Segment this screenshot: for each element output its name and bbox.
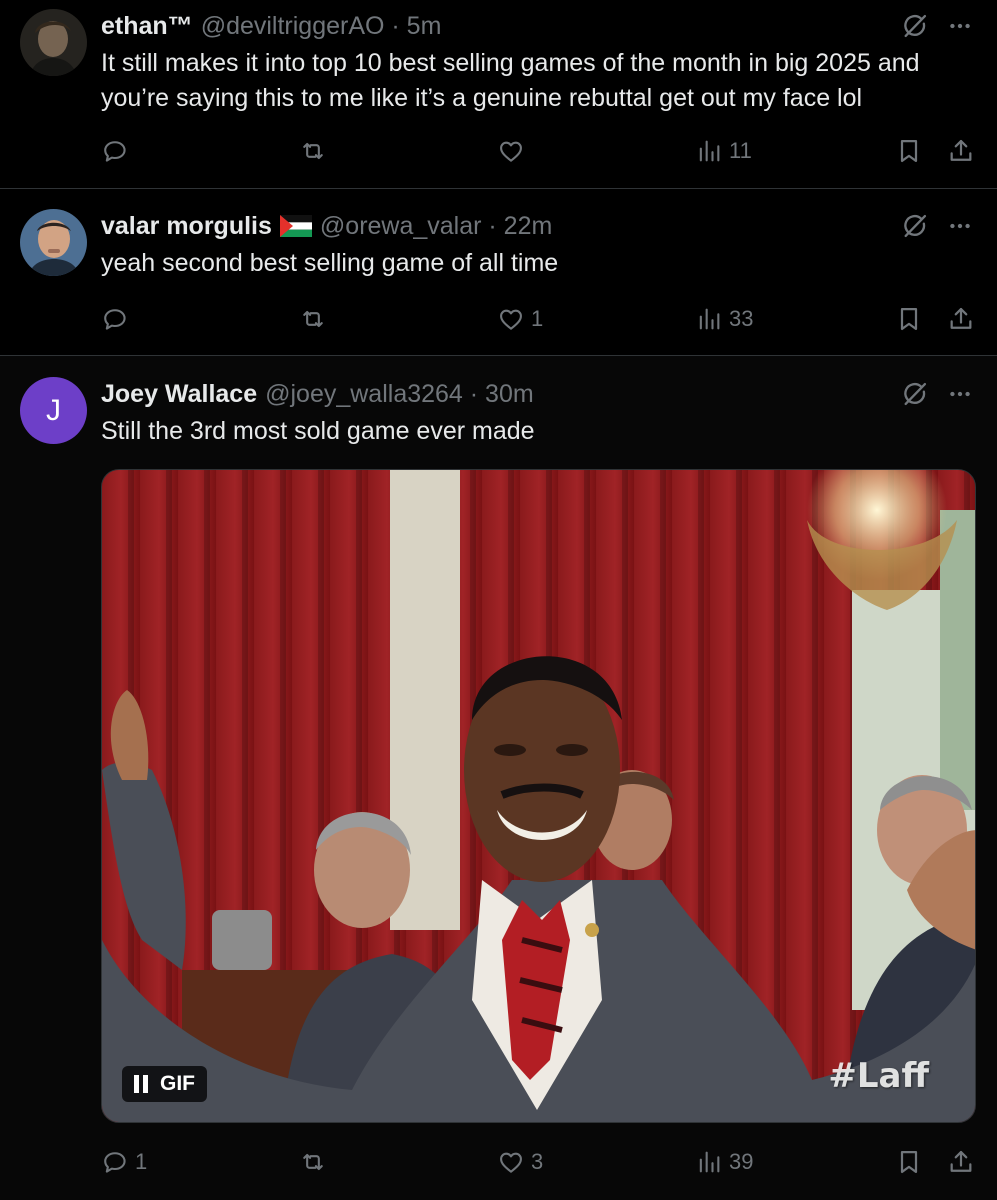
avatar[interactable] [20, 9, 87, 76]
like-icon [497, 305, 525, 333]
reply-icon [101, 137, 129, 165]
like-count: 3 [531, 1149, 544, 1174]
views-button[interactable]: 33 [695, 302, 753, 336]
retweet-button[interactable] [299, 302, 333, 336]
gif-media[interactable]: GIF #Laff [101, 469, 976, 1123]
more-icon[interactable] [947, 13, 973, 39]
avatar[interactable] [20, 209, 87, 276]
views-button[interactable]: 39 [695, 1145, 753, 1179]
share-button[interactable] [947, 134, 975, 168]
more-icon[interactable] [947, 213, 973, 239]
retweet-icon [299, 137, 327, 165]
grok-icon[interactable] [901, 380, 929, 408]
like-icon [497, 1148, 525, 1176]
gif-badge-label: GIF [160, 1072, 195, 1095]
tweet-text: It still makes it into top 10 best selli… [101, 49, 920, 112]
avatar[interactable]: J [20, 377, 87, 444]
gif-badge[interactable]: GIF [122, 1066, 207, 1102]
views-count: 11 [729, 138, 752, 163]
views-icon [695, 137, 723, 165]
like-icon [497, 137, 525, 165]
handle-and-time[interactable]: @joey_walla3264 · 30m [265, 380, 534, 409]
tweet-header: valar morgulis @orewa_valar · 22m [101, 209, 907, 243]
share-icon [947, 305, 975, 333]
retweet-icon [299, 305, 327, 333]
retweet-icon [299, 1148, 327, 1176]
handle-and-time[interactable]: @orewa_valar · 22m [320, 212, 552, 241]
pause-icon [134, 1075, 148, 1093]
grok-icon[interactable] [901, 212, 929, 240]
display-name[interactable]: valar morgulis [101, 212, 272, 241]
reply-icon [101, 305, 129, 333]
gif-watermark: #Laff [828, 1056, 929, 1096]
like-button[interactable] [497, 134, 531, 168]
reply-icon [101, 1148, 129, 1176]
share-button[interactable] [947, 302, 975, 336]
views-icon [695, 1148, 723, 1176]
tweet-text: Still the 3rd most sold game ever made [101, 417, 535, 445]
palestine-flag-icon [279, 215, 312, 237]
tweet-header: Joey Wallace @joey_walla3264 · 30m [101, 377, 907, 411]
bookmark-button[interactable] [895, 134, 923, 168]
like-button[interactable]: 1 [497, 302, 543, 336]
retweet-button[interactable] [299, 1145, 333, 1179]
handle-and-time[interactable]: @deviltriggerAO · 5m [201, 12, 442, 41]
reply-tweet[interactable]: J Joey Wallace @joey_walla3264 · 30m Sti… [0, 356, 997, 1200]
share-button[interactable] [947, 1145, 975, 1179]
bookmark-icon [895, 137, 923, 165]
share-icon [947, 1148, 975, 1176]
retweet-button[interactable] [299, 134, 333, 168]
bookmark-button[interactable] [895, 1145, 923, 1179]
more-icon[interactable] [947, 381, 973, 407]
reply-button[interactable]: 1 [101, 1145, 147, 1179]
like-button[interactable]: 3 [497, 1145, 543, 1179]
views-button[interactable]: 11 [695, 134, 752, 168]
action-bar: 11 [101, 134, 975, 168]
like-count: 1 [531, 306, 544, 331]
display-name[interactable]: Joey Wallace [101, 380, 257, 409]
action-bar: 1 33 [101, 302, 975, 336]
bookmark-icon [895, 1148, 923, 1176]
bookmark-icon [895, 305, 923, 333]
reply-button[interactable] [101, 134, 135, 168]
reply-tweet[interactable]: valar morgulis @orewa_valar · 22m yeah s… [0, 189, 997, 356]
tweet-text: yeah second best selling game of all tim… [101, 249, 559, 277]
views-count: 33 [729, 306, 754, 331]
action-bar: 1 3 39 [101, 1145, 975, 1179]
share-icon [947, 137, 975, 165]
views-icon [695, 305, 723, 333]
reply-count: 1 [135, 1149, 148, 1174]
reply-button[interactable] [101, 302, 135, 336]
gif-frame-illustration [102, 470, 975, 1122]
bookmark-button[interactable] [895, 302, 923, 336]
display-name[interactable]: ethan™ [101, 12, 193, 41]
tweet-header: ethan™ @deviltriggerAO · 5m [101, 9, 907, 43]
reply-tweet[interactable]: ethan™ @deviltriggerAO · 5m It still mak… [0, 0, 997, 189]
grok-icon[interactable] [901, 12, 929, 40]
views-count: 39 [729, 1149, 754, 1174]
